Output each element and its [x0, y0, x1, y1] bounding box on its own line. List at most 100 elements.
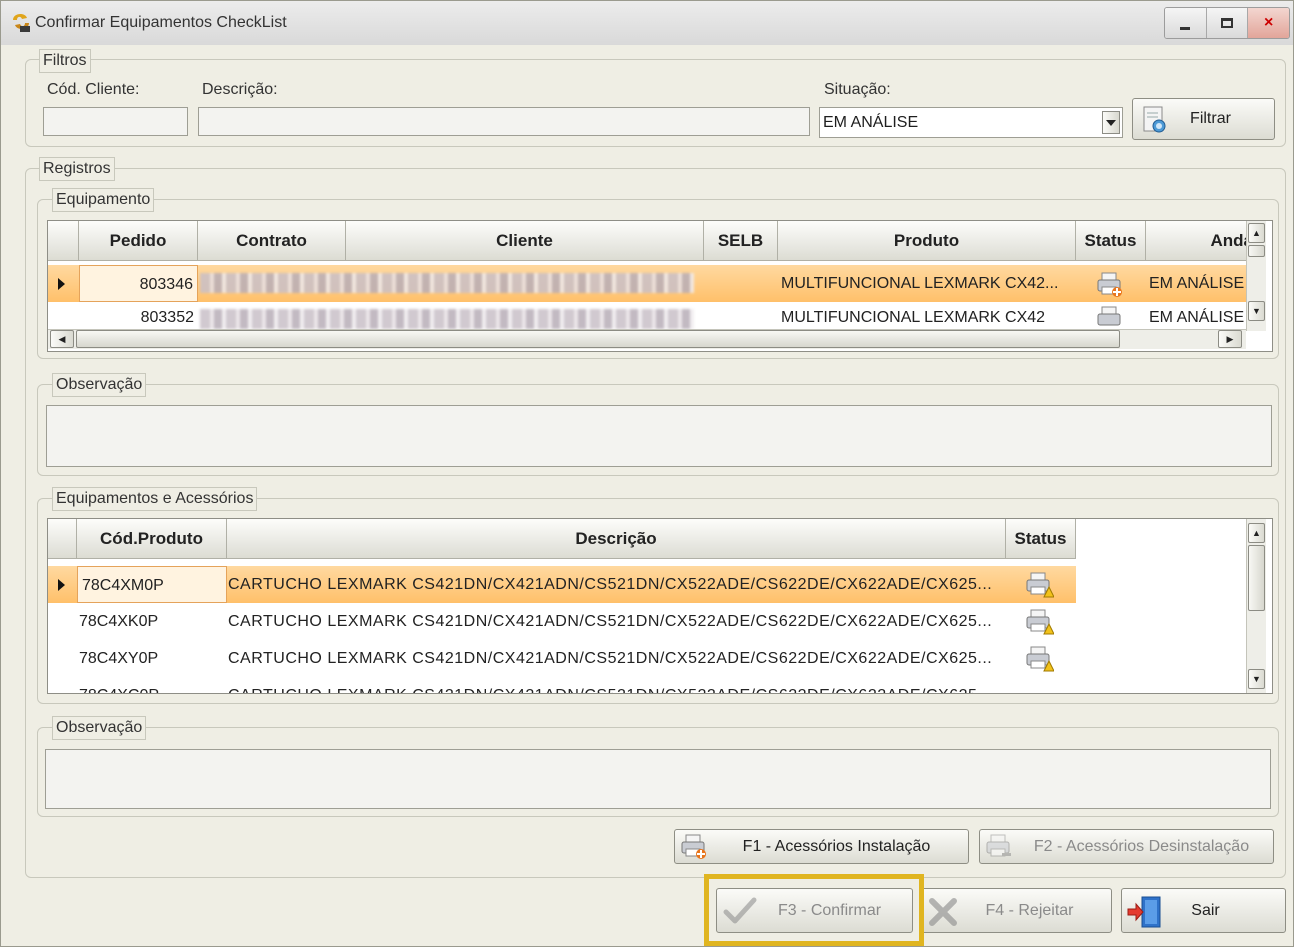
scroll-down-button[interactable]: ▼ [1248, 301, 1265, 321]
row-indicator-header [48, 519, 77, 559]
equipamento-grid[interactable]: Pedido Contrato Cliente SELB Produto Sta… [47, 220, 1273, 352]
cod-produto-cell[interactable]: 78C4XY0P [79, 640, 225, 677]
descricao-cell[interactable]: CARTUCHO LEXMARK CS421DN/CX421ADN/CS521D… [228, 603, 1002, 640]
table-row[interactable]: 78C4XC0P CARTUCHO LEXMARK CS421DN/CX421A… [48, 679, 1076, 693]
col-produto[interactable]: Produto [778, 221, 1076, 261]
scroll-right-button[interactable]: ▶ [1218, 330, 1242, 348]
chevron-down-icon [1106, 119, 1116, 126]
f3-confirmar-button[interactable]: F3 - Confirmar [716, 888, 913, 933]
checkmark-icon [723, 897, 757, 924]
filtrar-label: Filtrar [1190, 110, 1231, 127]
table-row[interactable]: 78C4XK0P CARTUCHO LEXMARK CS421DN/CX421A… [48, 603, 1076, 640]
situacao-value: EM ANÁLISE [823, 114, 919, 131]
redacted-cliente [200, 273, 694, 293]
close-icon: × [1264, 14, 1274, 31]
scroll-up-button[interactable]: ▲ [1248, 223, 1265, 243]
scroll-down-button[interactable]: ▼ [1248, 669, 1265, 689]
col-pedido[interactable]: Pedido [79, 221, 198, 261]
printer-add-icon [1097, 306, 1121, 326]
redacted-cliente [200, 309, 694, 329]
hscroll-thumb[interactable] [76, 330, 1120, 348]
cod-cliente-input[interactable] [43, 107, 188, 136]
pedido-cell[interactable]: 803346 [79, 265, 198, 302]
equipamento-vscroll[interactable]: ▲ ▼ [1246, 221, 1266, 331]
acessorios-legend: Equipamentos e Acessórios [52, 487, 258, 511]
observacao-textarea[interactable] [46, 405, 1272, 467]
table-row[interactable]: 803346 MULTIFUNCIONAL LEXMARK CX42... EM… [48, 265, 1246, 302]
acessorios-grid[interactable]: Cód.Produto Descrição Status 78C4XM0P CA… [47, 518, 1273, 694]
printer-remove-icon [986, 834, 1011, 857]
col-selb[interactable]: SELB [704, 221, 778, 261]
printer-warning-icon [1026, 609, 1054, 635]
f4-label: F4 - Rejeitar [985, 901, 1074, 919]
equipamento-legend: Equipamento [52, 188, 155, 212]
descricao-cell[interactable]: CARTUCHO LEXMARK CS421DN/CX421ADN/CS521D… [228, 566, 1002, 603]
dropdown-button[interactable] [1102, 111, 1120, 134]
sair-button[interactable]: Sair [1121, 888, 1286, 933]
descricao-cell[interactable]: CARTUCHO LEXMARK CS421DN/CX421ADN/CS521D… [228, 640, 1002, 677]
f1-label: F1 - Acessórios Instalação [742, 837, 931, 855]
arrow-left-icon: ◀ [58, 333, 66, 344]
filtrar-button[interactable]: Filtrar [1132, 98, 1275, 140]
f2-label: F2 - Acessórios Desinstalação [1033, 837, 1250, 855]
produto-cell[interactable]: MULTIFUNCIONAL LEXMARK CX42... [781, 265, 1075, 302]
descricao-label: Descrição: [202, 81, 278, 98]
produto-cell[interactable]: MULTIFUNCIONAL LEXMARK CX42 [781, 303, 1075, 331]
row-pointer-icon [58, 579, 65, 591]
col-status[interactable]: Status [1076, 221, 1146, 261]
pedido-cell[interactable]: 803352 [79, 303, 198, 331]
app-logo-icon [13, 14, 30, 32]
printer-warning-icon [1026, 572, 1054, 598]
scroll-thumb[interactable] [1248, 545, 1265, 611]
andamento-cell[interactable]: EM ANÁLISE [1149, 265, 1249, 302]
window-title: Confirmar Equipamentos CheckList [35, 14, 287, 31]
printer-add-icon [681, 834, 706, 859]
cod-produto-cell[interactable]: 78C4XK0P [79, 603, 225, 640]
scroll-left-button[interactable]: ◀ [50, 330, 74, 348]
printer-add-icon [1097, 272, 1122, 297]
scroll-up-button[interactable]: ▲ [1248, 523, 1265, 543]
f2-acessorios-desinstalacao-button[interactable]: F2 - Acessórios Desinstalação [979, 829, 1274, 864]
printer-warning-icon [1026, 646, 1054, 672]
situacao-select[interactable]: EM ANÁLISE [819, 107, 1123, 138]
sair-label: Sair [1191, 901, 1220, 919]
window-controls: × [1164, 7, 1290, 39]
col-status[interactable]: Status [1006, 519, 1076, 559]
f4-rejeitar-button[interactable]: F4 - Rejeitar [921, 888, 1112, 933]
filtros-legend: Filtros [39, 49, 91, 73]
observacao-legend-2: Observação [52, 716, 147, 740]
checklist-window: Confirmar Equipamentos CheckList × Filtr… [0, 0, 1294, 947]
arrow-down-icon: ▼ [1252, 306, 1261, 316]
cod-produto-cell[interactable]: 78C4XM0P [77, 566, 227, 603]
col-cod-produto[interactable]: Cód.Produto [77, 519, 227, 559]
exit-door-icon [1127, 896, 1161, 928]
col-andamento[interactable]: Anda [1146, 221, 1256, 261]
descricao-input[interactable] [198, 107, 810, 136]
col-cliente[interactable]: Cliente [346, 221, 704, 261]
table-row[interactable]: 78C4XY0P CARTUCHO LEXMARK CS421DN/CX421A… [48, 640, 1076, 677]
minimize-icon [1180, 26, 1191, 30]
equipamento-hscroll[interactable]: ◀ ▶ [48, 329, 1246, 349]
row-indicator-header [48, 221, 79, 261]
observacao-legend: Observação [52, 373, 147, 397]
title-bar[interactable]: Confirmar Equipamentos CheckList × [1, 1, 1293, 45]
descricao-cell[interactable]: CARTUCHO LEXMARK CS421DN/CX421ADN/CS521D… [228, 679, 1002, 693]
andamento-cell[interactable]: EM ANÁLISE [1149, 303, 1246, 331]
table-row[interactable]: 803352 MULTIFUNCIONAL LEXMARK CX42 EM AN… [48, 303, 1246, 331]
table-row[interactable]: 78C4XM0P CARTUCHO LEXMARK CS421DN/CX421A… [48, 566, 1076, 603]
f3-label: F3 - Confirmar [777, 901, 882, 919]
observacao-textarea-2[interactable] [45, 749, 1271, 809]
maximize-button[interactable] [1206, 8, 1249, 38]
document-search-icon [1143, 106, 1166, 133]
arrow-up-icon: ▲ [1252, 528, 1261, 538]
minimize-button[interactable] [1165, 8, 1207, 38]
arrow-down-icon: ▼ [1252, 674, 1261, 684]
acessorios-vscroll[interactable]: ▲ ▼ [1246, 519, 1266, 693]
close-button[interactable]: × [1248, 8, 1289, 38]
scroll-thumb[interactable] [1248, 245, 1265, 257]
cod-produto-cell[interactable]: 78C4XC0P [79, 679, 225, 693]
col-descricao[interactable]: Descrição [227, 519, 1006, 559]
col-contrato[interactable]: Contrato [198, 221, 346, 261]
registros-legend: Registros [39, 157, 115, 181]
f1-acessorios-instalacao-button[interactable]: F1 - Acessórios Instalação [674, 829, 969, 864]
